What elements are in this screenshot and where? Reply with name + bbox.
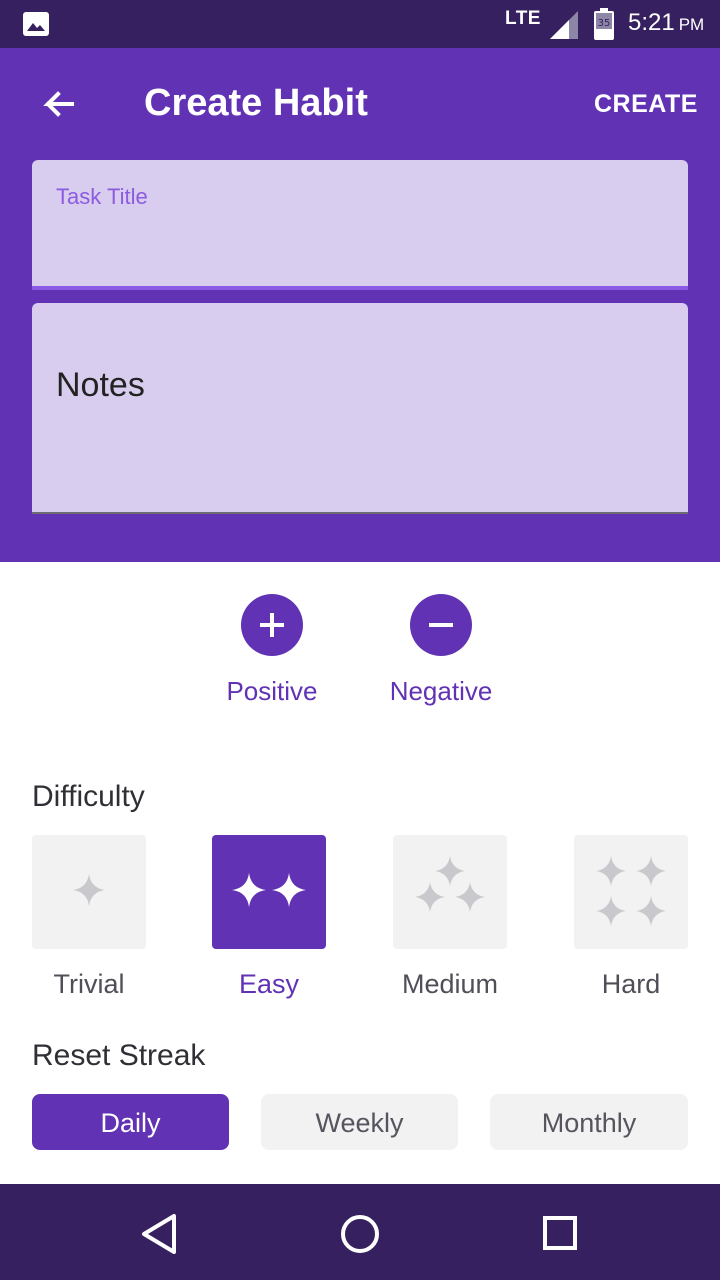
back-triangle-icon[interactable]	[138, 1212, 182, 1256]
difficulty-medium-label: Medium	[401, 969, 499, 999]
positive-circle[interactable]	[241, 594, 303, 656]
reset-streak-title: Reset Streak	[32, 1039, 206, 1072]
difficulty-title: Difficulty	[32, 780, 145, 813]
plus-icon	[260, 613, 284, 637]
difficulty-trivial-label: Trivial	[53, 969, 125, 999]
clock: 5:21 PM	[628, 9, 704, 37]
streak-monthly-button[interactable]: Monthly	[490, 1094, 688, 1150]
star-icon	[73, 874, 105, 906]
clock-time: 5:21	[628, 9, 675, 36]
negative-button[interactable]: Negative	[371, 594, 511, 707]
negative-label: Negative	[389, 676, 493, 706]
difficulty-easy[interactable]: Easy	[212, 835, 326, 999]
difficulty-medium-box[interactable]	[393, 835, 507, 949]
battery-level: 35	[598, 18, 611, 29]
task-title-field[interactable]: Task Title	[32, 160, 688, 290]
two-stars-icon	[232, 873, 306, 907]
recents-square-icon[interactable]	[538, 1212, 582, 1256]
create-button[interactable]: CREATE	[594, 90, 698, 119]
difficulty-trivial[interactable]: Trivial	[32, 835, 146, 999]
streak-daily-button[interactable]: Daily	[32, 1094, 229, 1150]
streak-weekly-button[interactable]: Weekly	[261, 1094, 458, 1150]
three-stars-icon	[415, 856, 485, 912]
difficulty-trivial-box[interactable]	[32, 835, 146, 949]
home-circle-icon[interactable]	[338, 1212, 382, 1256]
difficulty-hard[interactable]: Hard	[574, 835, 688, 999]
page-title: Create Habit	[144, 82, 368, 124]
header: Create Habit CREATE Task Title Notes	[0, 48, 720, 562]
back-button[interactable]	[32, 82, 80, 130]
four-stars-icon	[596, 856, 666, 926]
signal-icon	[550, 11, 578, 39]
notes-label: Notes	[56, 366, 145, 404]
positive-label: Positive	[226, 676, 318, 706]
task-title-label: Task Title	[56, 184, 148, 209]
difficulty-easy-label: Easy	[238, 969, 300, 999]
negative-circle[interactable]	[410, 594, 472, 656]
navigation-bar	[0, 1184, 720, 1280]
minus-icon	[429, 623, 453, 627]
positive-button[interactable]: Positive	[202, 594, 342, 707]
difficulty-easy-box[interactable]	[212, 835, 326, 949]
difficulty-medium[interactable]: Medium	[393, 835, 507, 999]
battery-icon: 35	[594, 8, 614, 40]
network-type: LTE	[505, 8, 541, 29]
difficulty-hard-box[interactable]	[574, 835, 688, 949]
image-icon	[23, 12, 49, 36]
clock-ampm: PM	[678, 15, 705, 34]
status-bar: LTE 35 5:21 PM	[0, 0, 720, 48]
difficulty-hard-label: Hard	[601, 969, 661, 999]
arrow-left-icon	[43, 91, 74, 117]
notes-field[interactable]: Notes	[32, 303, 688, 514]
